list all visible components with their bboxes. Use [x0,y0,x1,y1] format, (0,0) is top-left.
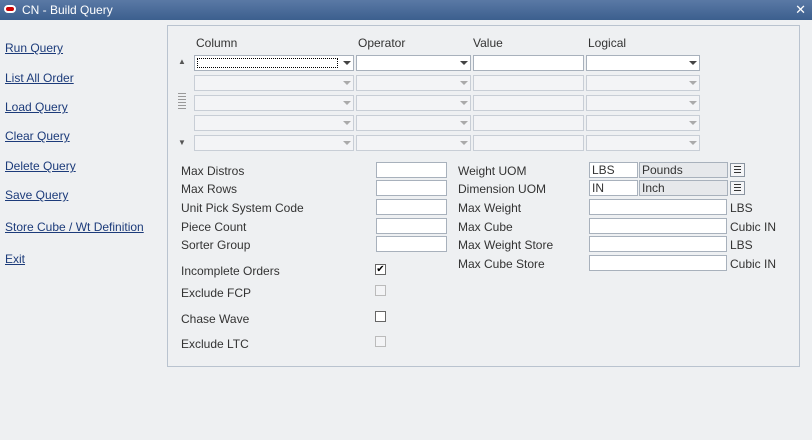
scroll-grip-icon[interactable] [178,93,186,111]
chevron-down-icon[interactable] [457,56,470,70]
unit-pick-system-code-input[interactable] [376,199,447,215]
action-nav: Run Query List All Order Load Query Clea… [0,20,165,440]
run-query-link[interactable]: Run Query [5,41,63,55]
dimension-uom-lookup-icon[interactable] [730,181,745,195]
sorter-group-label: Sorter Group [181,238,251,252]
logical-select-row-1[interactable] [586,55,700,71]
scroll-down-icon[interactable]: ▼ [176,137,188,149]
operator-header: Operator [358,36,406,50]
dimension-uom-label: Dimension UOM [458,182,547,196]
max-weight-store-label: Max Weight Store [458,238,554,252]
chevron-down-icon[interactable] [457,96,470,110]
operator-select-row-4[interactable] [356,115,471,131]
max-weight-store-input[interactable] [589,236,727,252]
chase-wave-checkbox[interactable] [375,311,386,322]
value-input-row-2[interactable] [473,75,584,91]
piece-count-label: Piece Count [181,220,247,234]
max-weight-unit: LBS [730,201,753,215]
chevron-down-icon[interactable] [686,76,699,90]
chevron-down-icon[interactable] [340,136,353,150]
title-bar: CN - Build Query ✕ [0,0,812,20]
logical-header: Logical [588,36,627,50]
value-input-row-1[interactable] [473,55,584,71]
close-icon[interactable]: ✕ [795,2,806,18]
store-cube-wt-definition-link[interactable]: Store Cube / Wt Definition [5,220,144,234]
column-select-row-5[interactable] [194,135,354,151]
operator-select-row-1[interactable] [356,55,471,71]
value-input-row-4[interactable] [473,115,584,131]
dimension-uom-code[interactable]: IN [589,180,638,196]
max-distros-input[interactable] [376,162,447,178]
chevron-down-icon[interactable] [457,76,470,90]
max-rows-input[interactable] [376,180,447,196]
sorter-group-input[interactable] [376,236,447,252]
column-select-row-4[interactable] [194,115,354,131]
incomplete-orders-checkbox[interactable]: ✔ [375,264,386,275]
weight-uom-lookup-icon[interactable] [730,163,745,177]
max-cube-label: Max Cube [458,220,513,234]
max-cube-unit: Cubic IN [730,220,777,234]
chevron-down-icon[interactable] [340,76,353,90]
unit-pick-system-code-label: Unit Pick System Code [181,201,304,215]
grid-scrollbar[interactable]: ▲ ▼ [176,55,188,150]
column-select-row-3[interactable] [194,95,354,111]
exclude-fcp-label: Exclude FCP [181,286,252,300]
max-weight-input[interactable] [589,199,727,215]
exclude-ltc-label: Exclude LTC [181,337,249,351]
chevron-down-icon[interactable] [457,116,470,130]
max-weight-label: Max Weight [458,201,522,215]
value-input-row-3[interactable] [473,95,584,111]
operator-select-row-5[interactable] [356,135,471,151]
weight-uom-label: Weight UOM [458,164,527,178]
chevron-down-icon[interactable] [457,136,470,150]
max-distros-label: Max Distros [181,164,245,178]
exclude-ltc-checkbox[interactable] [375,336,386,347]
exit-link[interactable]: Exit [5,252,25,266]
max-cube-store-unit: Cubic IN [730,257,777,271]
value-header: Value [473,36,503,50]
save-query-link[interactable]: Save Query [5,188,68,202]
column-header: Column [196,36,238,50]
clear-query-link[interactable]: Clear Query [5,129,70,143]
chevron-down-icon[interactable] [686,116,699,130]
operator-select-row-2[interactable] [356,75,471,91]
chevron-down-icon[interactable] [340,116,353,130]
column-select-row-2[interactable] [194,75,354,91]
chevron-down-icon[interactable] [686,96,699,110]
max-cube-input[interactable] [589,218,727,234]
logical-select-row-5[interactable] [586,135,700,151]
column-select-row-1[interactable] [194,55,354,71]
oracle-logo-icon [4,5,16,13]
chevron-down-icon[interactable] [340,96,353,110]
logical-select-row-4[interactable] [586,115,700,131]
operator-select-row-3[interactable] [356,95,471,111]
logical-select-row-3[interactable] [586,95,700,111]
logical-select-row-2[interactable] [586,75,700,91]
load-query-link[interactable]: Load Query [5,100,68,114]
chevron-down-icon[interactable] [340,56,353,70]
chevron-down-icon[interactable] [686,56,699,70]
scroll-up-icon[interactable]: ▲ [176,56,188,68]
dimension-uom-description: Inch [639,180,728,196]
weight-uom-description: Pounds [639,162,728,178]
window-title: CN - Build Query [22,3,113,17]
value-input-row-5[interactable] [473,135,584,151]
max-weight-store-unit: LBS [730,238,753,252]
chase-wave-label: Chase Wave [181,312,250,326]
incomplete-orders-label: Incomplete Orders [181,264,280,278]
list-all-order-link[interactable]: List All Order [5,71,74,85]
delete-query-link[interactable]: Delete Query [5,159,76,173]
chevron-down-icon[interactable] [686,136,699,150]
max-cube-store-label: Max Cube Store [458,257,545,271]
exclude-fcp-checkbox[interactable] [375,285,386,296]
max-rows-label: Max Rows [181,182,238,196]
piece-count-input[interactable] [376,218,447,234]
max-cube-store-input[interactable] [589,255,727,271]
weight-uom-code[interactable]: LBS [589,162,638,178]
